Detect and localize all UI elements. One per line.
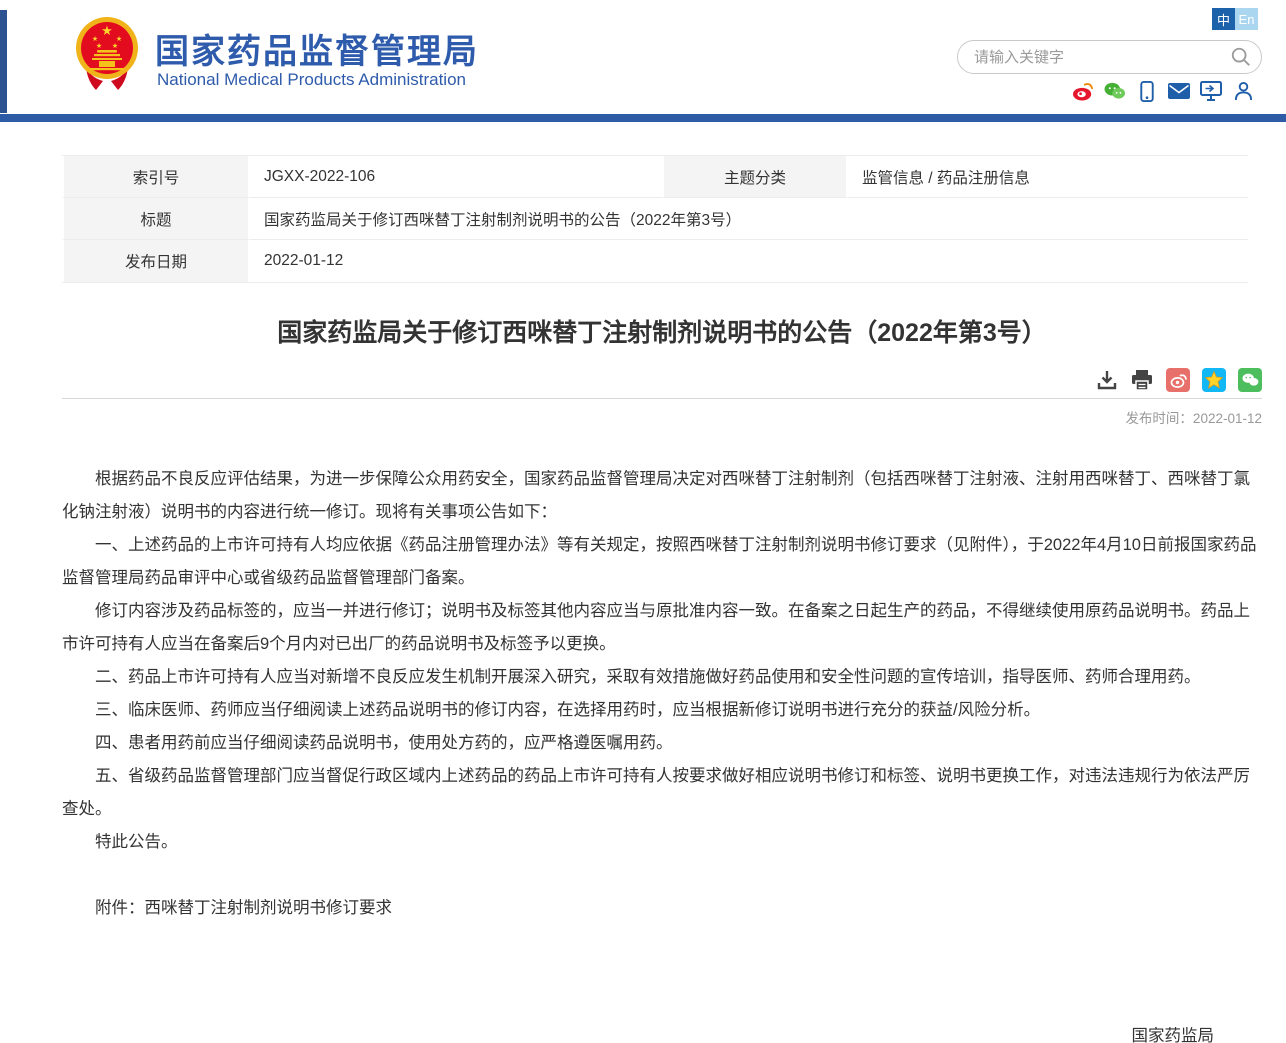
article-paragraph: 根据药品不良反应评估结果，为进一步保障公众用药安全，国家药品监督管理局决定对西咪… xyxy=(62,463,1262,529)
svg-text:★: ★ xyxy=(96,42,102,50)
article-paragraph: 二、药品上市许可持有人应当对新增不良反应发生机制开展深入研究，采取有效措施做好药… xyxy=(62,661,1262,694)
weibo-share-icon[interactable] xyxy=(1166,368,1190,392)
meta-index-label: 索引号 xyxy=(62,156,250,198)
language-toggle: 中 En xyxy=(1212,8,1258,30)
social-icon-row xyxy=(1072,80,1254,102)
signature-block: 国家药监局 2022年1月10日 xyxy=(62,1020,1262,1043)
qzone-share-icon[interactable] xyxy=(1202,368,1226,392)
svg-text:★: ★ xyxy=(101,23,113,38)
signer-name: 国家药监局 xyxy=(62,1020,1214,1043)
publish-time: 发布时间：2022-01-12 xyxy=(62,407,1262,427)
weibo-icon[interactable] xyxy=(1072,80,1094,102)
article-paragraph: 特此公告。 xyxy=(62,826,1262,859)
org-title-cn: 国家药品监督管理局 xyxy=(155,24,479,73)
meta-date-label: 发布日期 xyxy=(62,240,250,282)
meta-title-value: 国家药监局关于修订西咪替丁注射制剂说明书的公告（2022年第3号） xyxy=(250,198,1248,240)
wechat-icon[interactable] xyxy=(1104,80,1126,102)
download-icon[interactable] xyxy=(1096,369,1118,391)
user-icon[interactable] xyxy=(1232,80,1254,102)
article-paragraph: 三、临床医师、药师应当仔细阅读上述药品说明书的修订内容，在选择用药时，应当根据新… xyxy=(62,694,1262,727)
left-edge-strip xyxy=(0,10,7,113)
article-body: 根据药品不良反应评估结果，为进一步保障公众用药安全，国家药品监督管理局决定对西咪… xyxy=(62,463,1262,859)
attachment-line: 附件：西咪替丁注射制剂说明书修订要求 xyxy=(62,892,1262,925)
document-meta-table: 索引号 JGXX-2022-106 主题分类 监管信息 / 药品注册信息 标题 … xyxy=(62,155,1248,283)
meta-category-label: 主题分类 xyxy=(662,156,848,198)
mail-icon[interactable] xyxy=(1168,80,1190,102)
meta-index-value: JGXX-2022-106 xyxy=(250,156,662,198)
lang-en-button[interactable]: En xyxy=(1235,8,1258,30)
svg-text:★: ★ xyxy=(92,35,98,43)
meta-category-value: 监管信息 / 药品注册信息 xyxy=(848,156,1248,198)
print-icon[interactable] xyxy=(1130,369,1154,391)
svg-text:★: ★ xyxy=(116,35,122,43)
article-toolbar xyxy=(62,367,1262,393)
article-paragraph: 五、省级药品监督管理部门应当督促行政区域内上述药品的药品上市许可持有人按要求做好… xyxy=(62,760,1262,826)
lang-zh-button[interactable]: 中 xyxy=(1212,8,1235,30)
site-header: ★ ★ ★ ★ ★ 国家药品监督管理局 National Medical Pro… xyxy=(0,0,1286,114)
monitor-share-icon[interactable] xyxy=(1200,80,1222,102)
search-input[interactable] xyxy=(957,40,1262,74)
mobile-icon[interactable] xyxy=(1136,80,1158,102)
org-title-en: National Medical Products Administration xyxy=(157,70,466,90)
meta-title-label: 标题 xyxy=(62,198,250,240)
article-paragraph: 一、上述药品的上市许可持有人均应依据《药品注册管理办法》等有关规定，按照西咪替丁… xyxy=(62,529,1262,595)
search-box xyxy=(957,40,1262,74)
article-title: 国家药监局关于修订西咪替丁注射制剂说明书的公告（2022年第3号） xyxy=(62,313,1262,349)
title-divider xyxy=(62,398,1262,399)
article: 国家药监局关于修订西咪替丁注射制剂说明书的公告（2022年第3号） xyxy=(62,313,1262,1043)
article-paragraph: 四、患者用药前应当仔细阅读药品说明书，使用处方药的，应严格遵医嘱用药。 xyxy=(62,727,1262,760)
wechat-share-icon[interactable] xyxy=(1238,368,1262,392)
search-icon[interactable] xyxy=(1230,46,1252,68)
svg-text:★: ★ xyxy=(112,42,118,50)
meta-date-value: 2022-01-12 xyxy=(250,240,1248,282)
header-divider-bar xyxy=(0,114,1286,122)
page: ★ ★ ★ ★ ★ 国家药品监督管理局 National Medical Pro… xyxy=(0,0,1286,1043)
national-emblem-logo: ★ ★ ★ ★ ★ xyxy=(74,14,140,94)
article-paragraph: 修订内容涉及药品标签的，应当一并进行修订；说明书及标签其他内容应当与原批准内容一… xyxy=(62,595,1262,661)
